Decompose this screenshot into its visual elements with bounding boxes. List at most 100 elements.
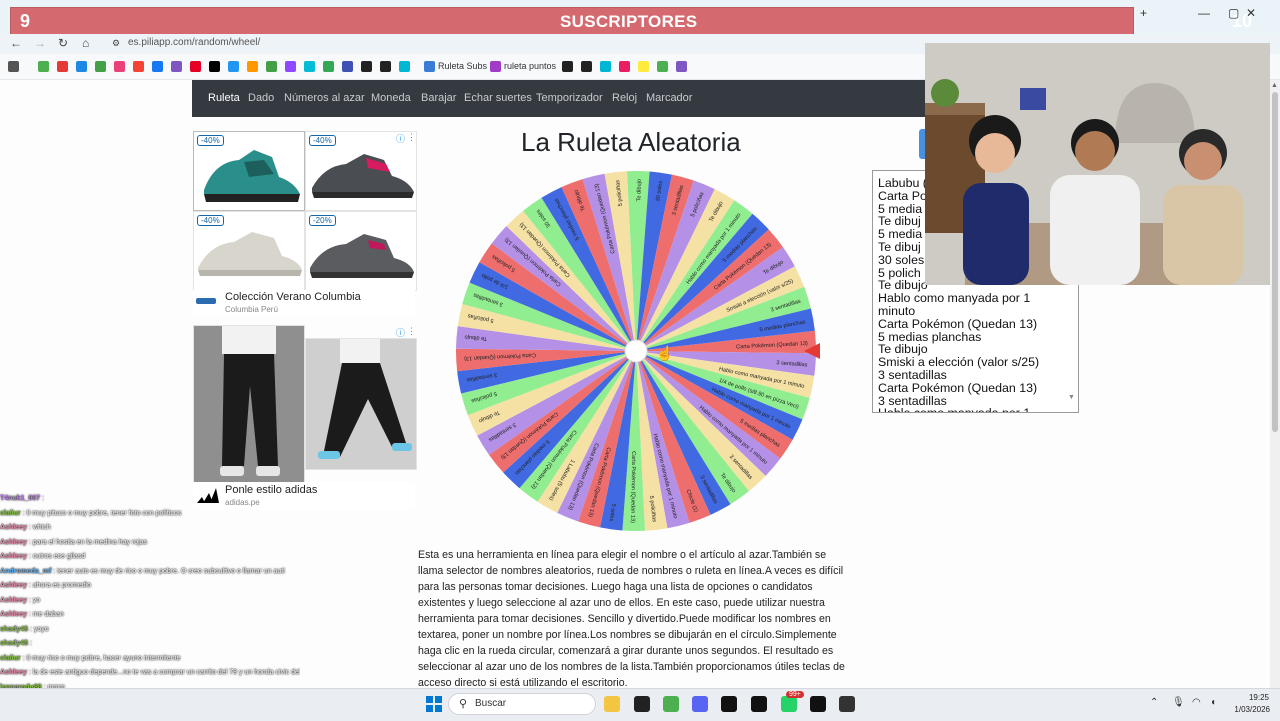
nav-item[interactable]: Dado	[248, 92, 274, 104]
chat-text: :	[40, 495, 44, 502]
chat-username: claiiur	[0, 654, 21, 662]
bookmark-ruleta-subs[interactable]: Ruleta Subs	[438, 61, 487, 71]
clock-time[interactable]: 19:25	[1231, 693, 1269, 702]
bookmark-icon[interactable]	[209, 61, 220, 72]
discord-icon[interactable]	[692, 696, 708, 712]
discount-badge: -40%	[309, 135, 336, 146]
bookmark-icon[interactable]	[619, 61, 630, 72]
apps-grid-icon[interactable]	[8, 61, 19, 72]
new-tab-button[interactable]: +	[1140, 6, 1147, 20]
bookmark-icon[interactable]	[285, 61, 296, 72]
random-wheel[interactable]: Carta Pokémon (Quedan 13)3 sentadillasHa…	[450, 165, 822, 537]
whatsapp-icon[interactable]	[781, 696, 797, 712]
nav-item[interactable]: Ruleta	[208, 92, 240, 104]
windows-start-icon[interactable]	[426, 696, 442, 712]
bookmark-icon[interactable]	[380, 61, 391, 72]
ad-columbia-title: Colección Verano Columbia	[225, 291, 361, 303]
home-icon[interactable]: ⌂	[82, 36, 89, 50]
ad-menu-icon[interactable]: ⋮	[407, 326, 416, 337]
chat-message: Ashleey : para el hostia en la medina ha…	[0, 536, 300, 551]
bookmark-icon[interactable]	[57, 61, 68, 72]
nav-item[interactable]: Temporizador	[536, 92, 603, 104]
ad-menu-icon[interactable]: ⋮	[407, 132, 416, 143]
chat-message: Andromeda_mf : tener auto es muy de rico…	[0, 565, 300, 580]
bookmark-icon[interactable]	[95, 61, 106, 72]
nav-item[interactable]: Marcador	[646, 92, 692, 104]
bookmark-icon[interactable]	[266, 61, 277, 72]
back-icon[interactable]: ←	[10, 36, 22, 50]
chatgpt-icon[interactable]	[634, 696, 650, 712]
bookmark-icon[interactable]	[133, 61, 144, 72]
model-pants-image	[194, 326, 304, 482]
reload-icon[interactable]: ↻	[58, 36, 68, 50]
name-line: Carta Pokémon (Quedan 13)	[878, 380, 1038, 395]
scroll-up-arrow-icon[interactable]: ▲	[1271, 82, 1278, 89]
bookmark-ruleta-puntos[interactable]: ruleta puntos	[504, 61, 556, 71]
wifi-icon[interactable]: ◠	[1192, 697, 1201, 708]
ad-shoe-card[interactable]: -40%	[193, 211, 305, 291]
ad-shoe-card[interactable]: -20%	[305, 211, 417, 291]
microphone-icon[interactable]: 🎙	[1172, 697, 1185, 708]
bookmark-icon[interactable]	[304, 61, 315, 72]
tray-expand-icon[interactable]: ⌃	[1150, 697, 1158, 708]
chat-message: claiiur : 0 muy rico o muy pobre, hacer …	[0, 652, 300, 667]
nav-item[interactable]: Números al azar	[284, 92, 365, 104]
textarea-scroll-arrow-icon[interactable]: ▼	[1068, 394, 1075, 401]
nav-item[interactable]: Moneda	[371, 92, 411, 104]
ad-pants-image[interactable]	[193, 325, 305, 483]
bookmark-icon[interactable]	[600, 61, 611, 72]
bookmark-icon[interactable]	[361, 61, 372, 72]
capcut-icon[interactable]	[810, 696, 826, 712]
obs-icon[interactable]	[839, 696, 855, 712]
site-info-icon[interactable]: ⚙	[112, 38, 120, 49]
bookmark-icon[interactable]	[323, 61, 334, 72]
taskbar-search[interactable]: ⚲ Buscar	[448, 693, 596, 715]
page-scrollbar-thumb[interactable]	[1272, 92, 1278, 432]
bookmark-icon[interactable]	[38, 61, 49, 72]
maximize-button[interactable]: ▢	[1228, 6, 1239, 20]
wheel-hub[interactable]	[624, 339, 648, 363]
bookmark-icon[interactable]	[152, 61, 163, 72]
ad-shoe-card[interactable]: -40%	[193, 131, 305, 211]
chat-text: : 0 muy pituco o muy pobre, tener foto c…	[20, 509, 182, 517]
volume-icon[interactable]: ◖	[1210, 697, 1216, 708]
ad-pants-image[interactable]	[305, 338, 417, 470]
bookmark-icon[interactable]	[676, 61, 687, 72]
bookmark-icon[interactable]	[657, 61, 668, 72]
bookmark-icon[interactable]	[76, 61, 87, 72]
ad-info-icon[interactable]: ⓘ	[396, 326, 405, 339]
bookmark-icon[interactable]	[228, 61, 239, 72]
model-pants-image	[306, 339, 416, 469]
nav-item[interactable]: Reloj	[612, 92, 637, 104]
nav-item[interactable]: Echar suertes	[464, 92, 532, 104]
forward-icon[interactable]: →	[34, 36, 46, 50]
chat-username: T4nuk1_007	[0, 495, 41, 502]
file-explorer-icon[interactable]	[604, 696, 620, 712]
close-window-button[interactable]: ✕	[1246, 6, 1256, 20]
bookmark-icon[interactable]	[171, 61, 182, 72]
chat-text: : yoyo	[28, 625, 49, 633]
chat-username: Ashleey	[0, 553, 27, 560]
bookmark-icon[interactable]	[399, 61, 410, 72]
nav-item[interactable]: Barajar	[421, 92, 456, 104]
bookmark-icon[interactable]	[342, 61, 353, 72]
chrome-icon[interactable]	[663, 696, 679, 712]
wheel-segment-label: Te dibujo	[636, 179, 642, 201]
bookmark-icon[interactable]	[114, 61, 125, 72]
bookmark-icon[interactable]	[562, 61, 573, 72]
chat-text: : yo	[26, 596, 41, 604]
bookmark-icon[interactable]	[581, 61, 592, 72]
minimize-button[interactable]: —	[1198, 6, 1210, 20]
chat-message: Ashleey : cutros ese gilasd	[0, 550, 300, 565]
capcut-icon[interactable]	[721, 696, 737, 712]
bookmark-icon[interactable]	[247, 61, 258, 72]
ad-info-icon[interactable]: ⓘ	[396, 132, 405, 145]
chat-username: Ashleey	[0, 538, 27, 546]
ad-columbia-footer[interactable]: Colección Verano Columbia Columbia Perú	[193, 290, 415, 316]
bookmark-icon[interactable]	[638, 61, 649, 72]
clock-date[interactable]: 1/03/2026	[1224, 705, 1270, 714]
notion-icon[interactable]	[751, 696, 767, 712]
url-field[interactable]: es.piliapp.com/random/wheel/	[128, 37, 260, 48]
chat-message: Ashleey : me daban	[0, 608, 300, 623]
bookmark-icon[interactable]	[190, 61, 201, 72]
